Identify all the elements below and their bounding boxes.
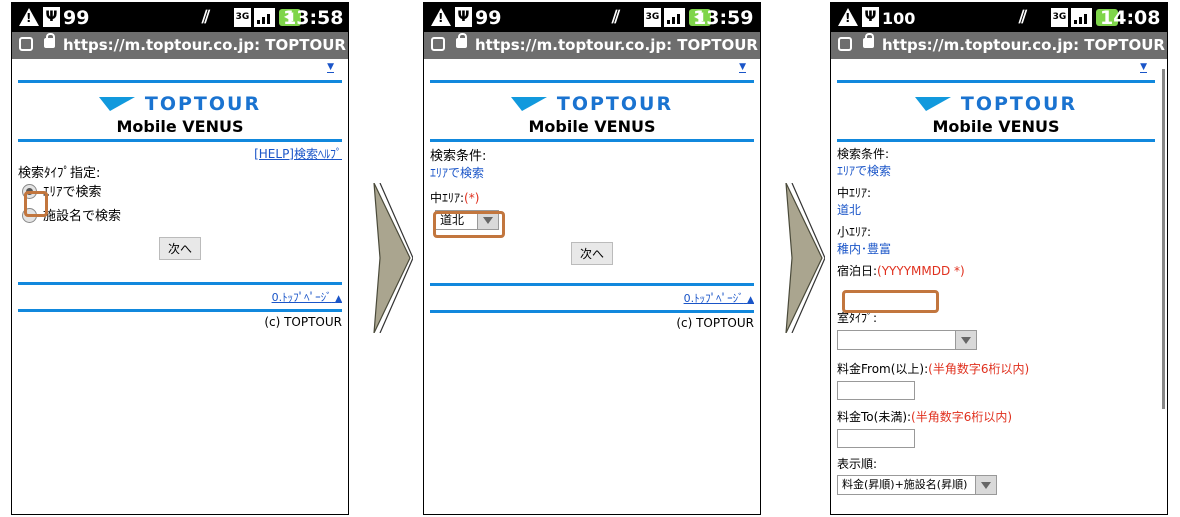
small-area-label: 小ｴﾘｱ: [837,225,872,239]
secure-lock-icon [456,33,467,48]
highlight-box [433,211,505,238]
3g-icon: 3G [1051,8,1068,27]
highlight-box stay-date-input[interactable] [842,290,939,313]
dropdown-arrow-icon[interactable] [955,331,976,349]
3g-icon: 3G [644,8,661,27]
clock: 13:58 [283,7,344,29]
divider [18,309,342,312]
price-to-input[interactable] [837,429,915,448]
warning-icon [431,8,451,26]
chevron-arrow-icon [373,183,413,333]
warning-icon [19,8,39,26]
small-area-value: 稚内･豊富 [837,242,892,256]
conditions-label: 検索条件: [430,149,487,164]
highlight-box [24,191,48,217]
conditions-label: 検索条件: [837,147,890,161]
clock: 13:59 [693,7,754,29]
scrollbar[interactable] [1162,69,1165,409]
status-bar: Ψ 100 ⫽ 3G 14:08 [831,3,1167,32]
price-to-label: 料金To(未満):(半角数字6桁以内) [837,410,1013,424]
browser-icon [431,37,445,51]
signal-icon [254,8,275,27]
warning-icon [838,8,858,26]
url-text: https://m.toptour.co.jp: TOPTOUR [475,36,758,54]
radio-area-search[interactable]: ｴﾘｱで検索 [18,181,342,205]
phone-screen-3: Ψ 100 ⫽ 3G 14:08 https://m.toptour.co.jp… [830,2,1168,515]
vibrate-icon: ⫽ [202,7,211,28]
room-type-select[interactable] [837,330,977,350]
browser-icon [19,37,33,51]
app-title: Mobile VENUS [932,117,1060,136]
url-bar[interactable]: https://m.toptour.co.jp: TOPTOUR [424,32,760,59]
toptour-logo-icon [510,97,547,111]
battery-level: 100 [882,9,916,28]
mid-area-label: 中ｴﾘｱ:(*) [430,191,480,205]
logo: TOPTOUR [430,83,754,115]
logo: TOPTOUR [837,83,1155,115]
signal-icon [664,8,685,27]
mid-area-value: 道北 [837,203,862,217]
copyright: (c) TOPTOUR [676,316,754,330]
logo: TOPTOUR [18,83,342,115]
top-page-link[interactable]: 0.ﾄｯﾌﾟﾍﾟｰｼﾞ ▲ [18,289,342,305]
sort-label: 表示順: [837,457,878,471]
dropdown-arrow-icon[interactable] [975,476,996,494]
mid-area-label: 中ｴﾘｱ: [837,186,872,200]
usb-icon: Ψ [43,7,60,27]
chevron-arrow-icon [785,183,825,333]
phone-screen-1: Ψ 99 ⫽ 3G 13:58 https://m.toptour.co.jp:… [11,2,349,515]
next-button[interactable]: 次へ [570,242,613,265]
secure-lock-icon [863,33,874,48]
url-bar[interactable]: https://m.toptour.co.jp: TOPTOUR [12,32,348,59]
phone-screen-2: Ψ 99 ⫽ 3G 13:59 https://m.toptour.co.jp:… [423,2,761,515]
toptour-logo-icon [914,97,951,111]
battery-level: 99 [63,7,90,29]
browser-icon [838,37,852,51]
app-title: Mobile VENUS [528,117,656,136]
help-link[interactable]: [HELP]検索ﾍﾙﾌﾟ [18,145,342,162]
scroll-down-icon[interactable]: ▼ [739,63,746,73]
conditions-value: ｴﾘｱで検索 [430,166,485,180]
3g-icon: 3G [234,8,251,27]
clock: 14:08 [1100,7,1161,29]
page-content: ▼ TOPTOUR Mobile VENUS [HELP]検索ﾍﾙﾌﾟ 検索ﾀｲ… [12,59,348,329]
url-text: https://m.toptour.co.jp: TOPTOUR [63,36,346,54]
sort-select[interactable]: 料金(昇順)+施設名(昇順) [837,475,997,495]
secure-lock-icon [44,33,55,48]
page-content: ▼ TOPTOUR Mobile VENUS 検索条件: ｴﾘｱで検索 中ｴﾘｱ… [831,59,1167,495]
divider [837,139,1155,142]
price-from-input[interactable] [837,381,915,400]
divider [18,282,342,285]
usb-icon: Ψ [862,7,879,27]
divider [18,139,342,142]
scroll-down-icon[interactable]: ▼ [327,63,334,73]
price-from-label: 料金From(以上):(半角数字6桁以内) [837,362,1030,376]
url-bar[interactable]: https://m.toptour.co.jp: TOPTOUR [831,32,1167,59]
vibrate-icon: ⫽ [612,7,621,28]
scroll-down-icon[interactable]: ▼ [1140,63,1147,73]
vibrate-icon: ⫽ [1019,7,1028,28]
scroll-up-icon[interactable]: ▲ [747,295,754,305]
conditions-value: ｴﾘｱで検索 [837,164,892,178]
top-page-link[interactable]: 0.ﾄｯﾌﾟﾍﾟｰｼﾞ ▲ [430,290,754,306]
url-text: https://m.toptour.co.jp: TOPTOUR [882,36,1165,54]
next-button[interactable]: 次へ [158,237,201,260]
divider [430,283,754,286]
scroll-up-icon[interactable]: ▲ [335,294,342,304]
status-bar: Ψ 99 ⫽ 3G 13:58 [12,3,348,32]
status-bar: Ψ 99 ⫽ 3G 13:59 [424,3,760,32]
copyright: (c) TOPTOUR [264,315,342,329]
app-title: Mobile VENUS [116,117,244,136]
signal-icon [1071,8,1092,27]
radio-facility-search[interactable]: 施設名で検索 [18,205,342,229]
divider [430,139,754,142]
usb-icon: Ψ [455,7,472,27]
toptour-logo-icon [98,97,135,111]
search-type-label: 検索ﾀｲﾌﾟ指定: [18,166,101,181]
page-content: ▼ TOPTOUR Mobile VENUS 検索条件: ｴﾘｱで検索 中ｴﾘｱ… [424,59,760,330]
stay-date-label: 宿泊日:(YYYYMMDD *) [837,264,965,278]
battery-level: 99 [475,7,502,29]
divider [430,310,754,313]
